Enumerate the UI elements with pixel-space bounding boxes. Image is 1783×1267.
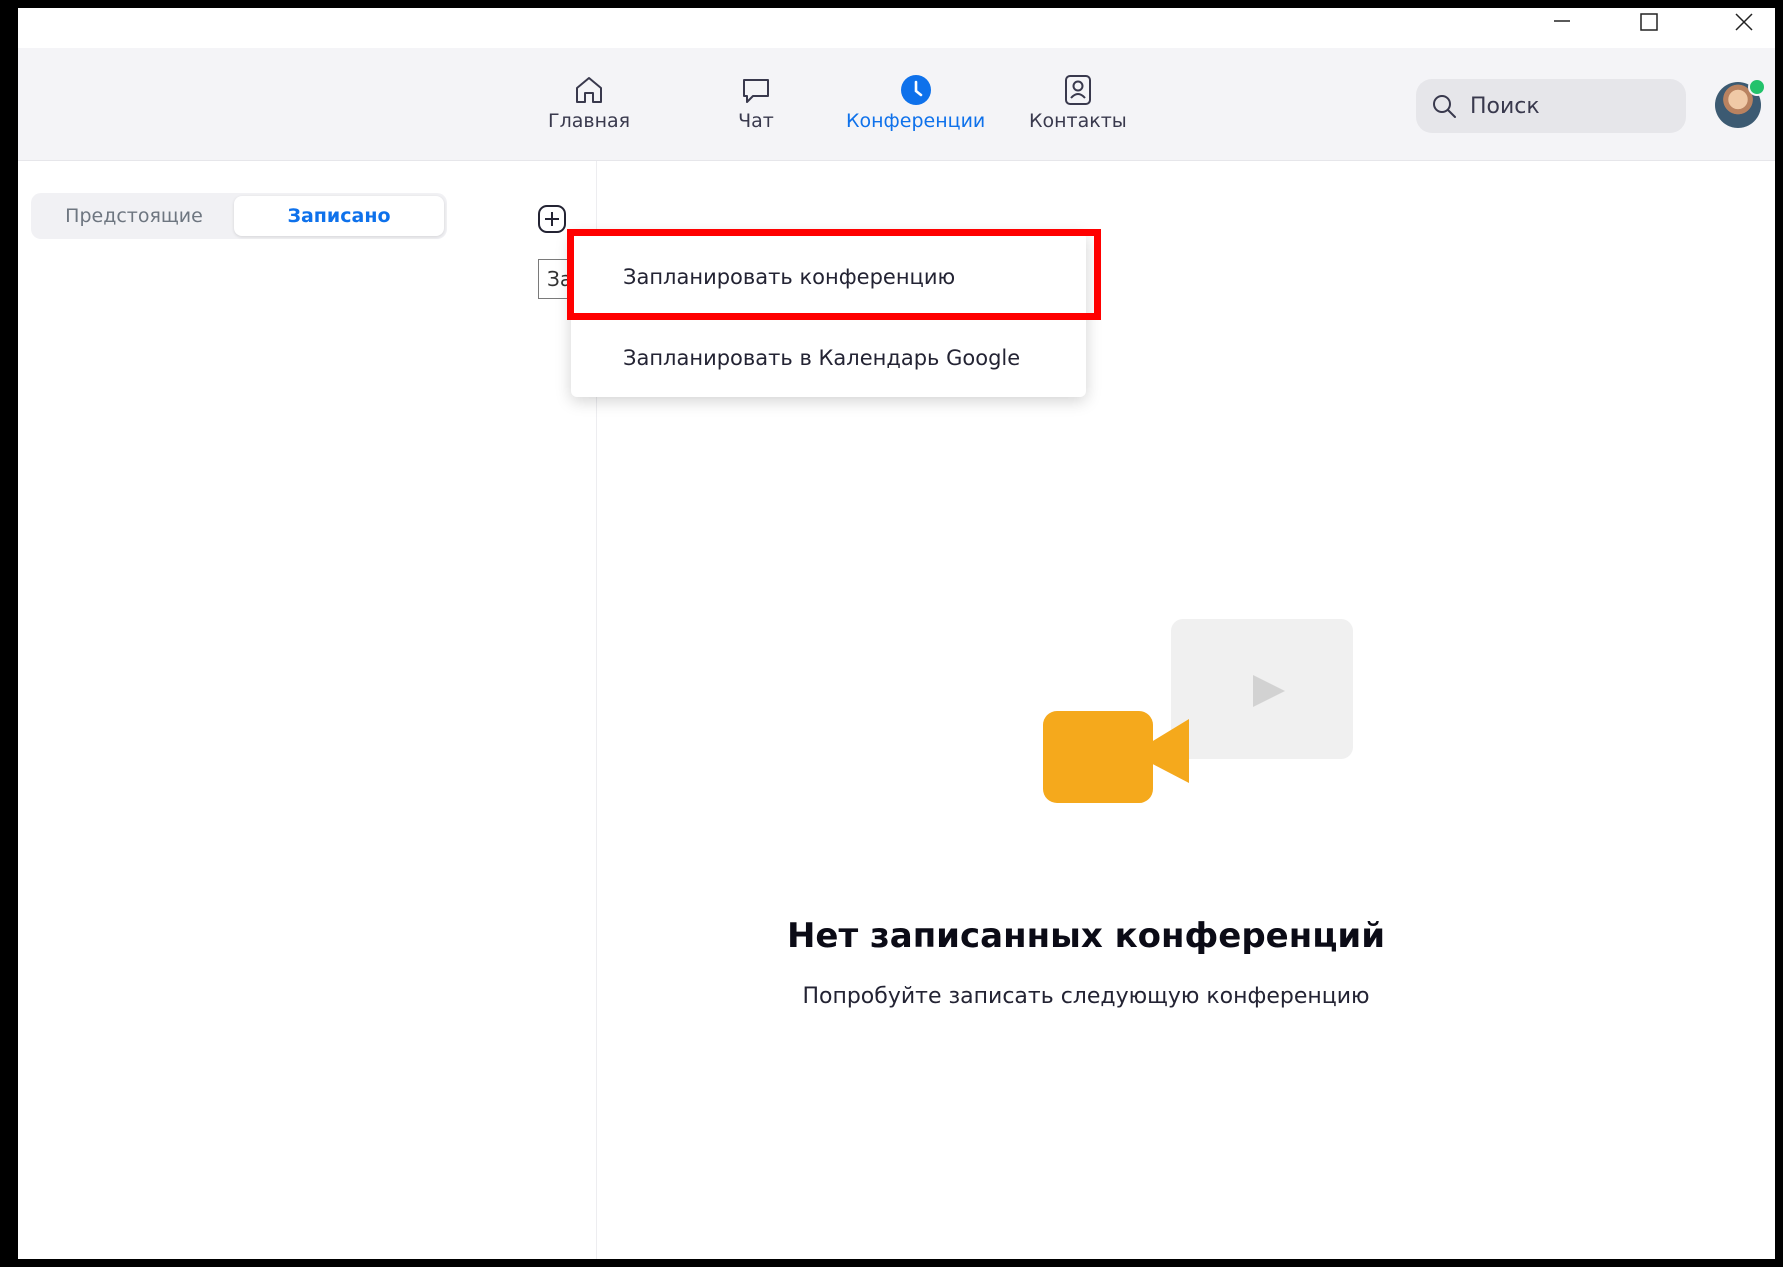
app-window: Главная Чат Конференции Контакты Поиск П… — [18, 8, 1775, 1259]
maximize-icon — [1640, 13, 1658, 31]
empty-state-title: Нет записанных конференций — [786, 916, 1386, 956]
clock-icon — [898, 72, 934, 108]
search-icon — [1430, 92, 1458, 120]
menu-item-schedule-meeting[interactable]: Запланировать конференцию — [571, 242, 1086, 312]
nav-tab-label: Главная — [548, 110, 631, 132]
meetings-sidebar: Предстоящие Записано За — [18, 161, 597, 1259]
minimize-icon — [1554, 20, 1570, 22]
contact-card-icon — [1060, 72, 1096, 108]
meetings-segmented-control: Предстоящие Записано — [31, 193, 447, 239]
nav-tab-label: Контакты — [1029, 110, 1127, 132]
nav-tab-home[interactable]: Главная — [548, 72, 630, 142]
video-camera-illustration — [1043, 619, 1353, 803]
nav-tab-chat[interactable]: Чат — [738, 72, 774, 142]
desktop-wallpaper — [0, 0, 18, 1267]
schedule-dropdown-menu: Запланировать конференцию Запланировать … — [571, 232, 1086, 397]
home-icon — [571, 72, 607, 108]
nav-tab-meetings[interactable]: Конференции — [846, 72, 985, 142]
plus-circle-icon — [538, 205, 566, 233]
chat-bubble-icon — [738, 72, 774, 108]
tab-upcoming[interactable]: Предстоящие — [34, 196, 234, 236]
online-status-indicator — [1748, 78, 1766, 96]
title-bar — [18, 8, 1775, 48]
nav-tab-label: Чат — [738, 110, 774, 132]
nav-tab-label: Конференции — [846, 110, 986, 132]
search-box[interactable] — [1416, 79, 1686, 133]
maximize-button[interactable] — [1625, 8, 1673, 38]
close-icon — [1735, 13, 1753, 31]
close-button[interactable] — [1720, 8, 1768, 38]
tab-recorded[interactable]: Записано — [234, 196, 444, 236]
nav-tab-contacts[interactable]: Контакты — [1029, 72, 1127, 142]
empty-state-subtitle: Попробуйте записать следующую конференци… — [802, 984, 1370, 1009]
minimize-button[interactable] — [1538, 8, 1586, 38]
add-meeting-button[interactable] — [536, 203, 568, 235]
menu-item-schedule-google-calendar[interactable]: Запланировать в Календарь Google — [571, 323, 1086, 393]
avatar[interactable] — [1715, 78, 1766, 128]
search-input[interactable] — [1468, 92, 1672, 120]
top-navigation-bar: Главная Чат Конференции Контакты — [18, 48, 1775, 161]
